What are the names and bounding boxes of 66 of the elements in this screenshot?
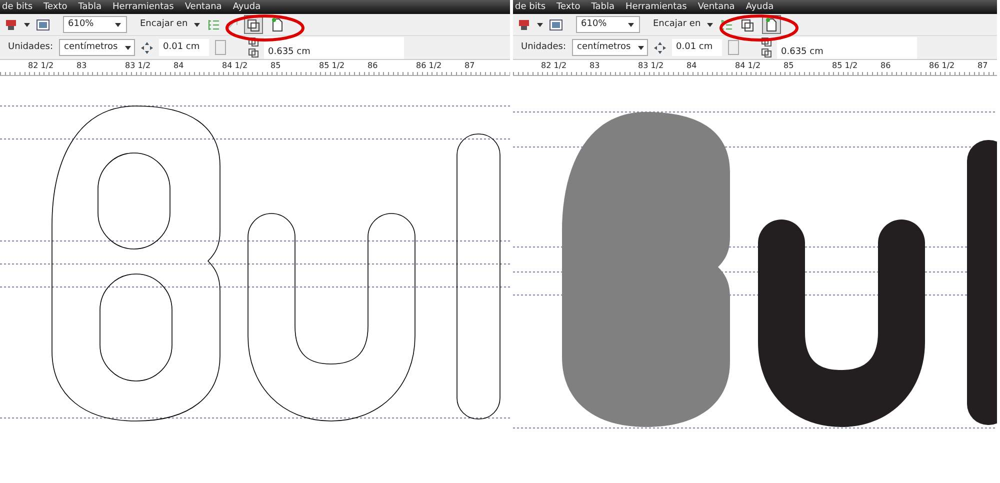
ruler-label: 85 <box>784 60 795 72</box>
move-icon <box>141 42 153 54</box>
menu-item[interactable]: Herramientas <box>112 2 174 12</box>
caret-icon[interactable] <box>192 20 201 28</box>
ruler-label: 83 <box>590 60 601 72</box>
caret-icon <box>627 20 635 28</box>
offset-x-field[interactable] <box>264 36 404 48</box>
offset-icon <box>248 48 260 58</box>
ruler-label: 84 1/2 <box>222 60 249 72</box>
offset-y-field[interactable]: 0.635 cm <box>777 48 917 58</box>
caret-icon[interactable] <box>706 20 714 28</box>
menu-item[interactable]: Texto <box>556 2 580 12</box>
printer-icon[interactable] <box>517 18 531 32</box>
list-icon[interactable] <box>206 18 220 32</box>
image-icon[interactable] <box>36 18 50 32</box>
units-label: Unidades: <box>521 40 566 54</box>
menu-item[interactable]: Ayuda <box>232 2 261 12</box>
ruler-label: 87 <box>978 60 989 72</box>
nudge-field[interactable]: 0.01 cm <box>159 39 209 56</box>
list-icon[interactable] <box>718 18 733 32</box>
menu-item[interactable]: Ventana <box>184 2 222 12</box>
menu-item[interactable]: de bits <box>515 2 546 12</box>
menu-item[interactable]: Ayuda <box>746 2 774 12</box>
ruler-label: 85 1/2 <box>319 60 346 72</box>
image-icon[interactable] <box>549 18 563 32</box>
ruler-label: 84 <box>174 60 185 72</box>
snap-menu-label[interactable]: Encajar en <box>653 18 701 32</box>
ruler-label: 84 1/2 <box>735 60 762 72</box>
zoom-dropdown[interactable]: 610% <box>63 16 127 33</box>
units-dropdown[interactable]: centímetros <box>572 39 648 56</box>
ruler-label: 85 1/2 <box>832 60 859 72</box>
caret-icon <box>124 44 132 52</box>
offset-icon <box>248 37 260 47</box>
ruler-label: 86 1/2 <box>416 60 443 72</box>
ruler-label: 86 1/2 <box>929 60 956 72</box>
caret-icon <box>636 44 645 52</box>
offset-icon <box>761 37 773 47</box>
ruler-label: 83 1/2 <box>638 60 665 72</box>
ruler-label: 86 <box>880 60 892 72</box>
zoom-dropdown[interactable]: 610% <box>576 16 640 33</box>
menu-item[interactable]: Tabla <box>78 2 102 12</box>
ruler-label: 84 <box>686 60 698 72</box>
snap-menu-label[interactable]: Encajar en <box>140 18 188 32</box>
ruler-label: 83 1/2 <box>125 60 152 72</box>
offset-icon <box>761 48 773 58</box>
units-dropdown[interactable]: centímetros <box>59 39 135 56</box>
ruler-label: 87 <box>464 60 476 72</box>
ruler-label: 86 <box>368 60 379 72</box>
menu-item[interactable]: Herramientas <box>626 2 687 12</box>
units-label: Unidades: <box>8 40 53 54</box>
ruler-label: 83 <box>76 60 88 72</box>
menu-item[interactable]: de bits <box>2 2 33 12</box>
move-icon <box>654 42 666 54</box>
caret-icon[interactable] <box>23 20 31 28</box>
menu-item[interactable]: Ventana <box>698 2 735 12</box>
ruler-label: 82 1/2 <box>28 60 55 72</box>
caret-icon[interactable] <box>536 20 544 28</box>
printer-icon[interactable] <box>4 18 18 32</box>
menu-item[interactable]: Texto <box>44 2 68 12</box>
nudge-field[interactable]: 0.01 cm <box>672 39 722 56</box>
ruler-label: 85 <box>270 60 282 72</box>
menu-item[interactable]: Tabla <box>591 2 615 12</box>
caret-icon <box>114 20 122 28</box>
offset-x-field[interactable] <box>777 36 917 48</box>
ruler-label: 82 1/2 <box>541 60 568 72</box>
offset-y-field[interactable]: 0.635 cm <box>264 48 404 58</box>
